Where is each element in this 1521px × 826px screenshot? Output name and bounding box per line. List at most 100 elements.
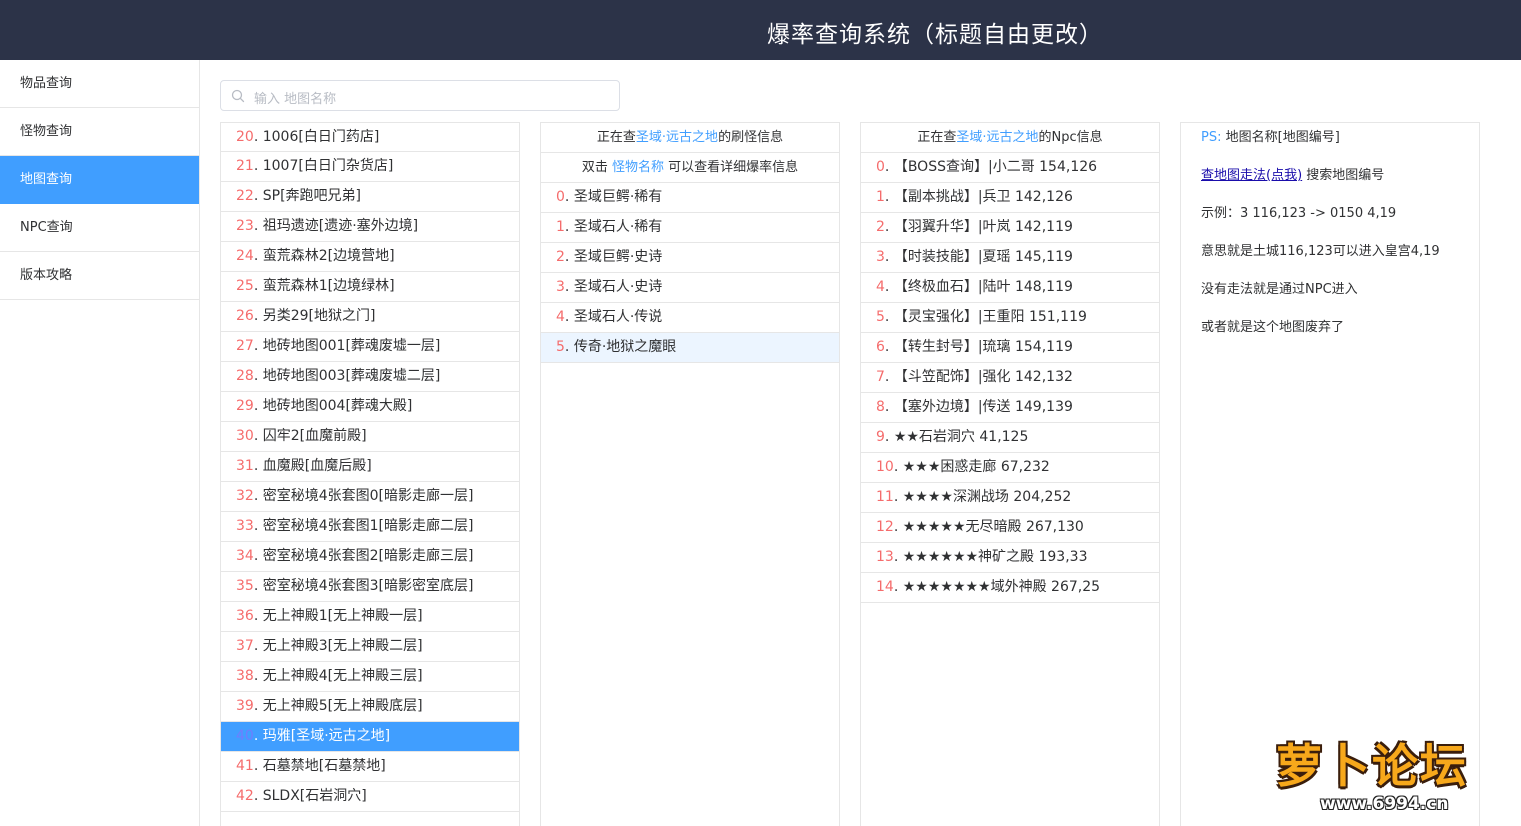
row-label: 圣域巨鳄·史诗: [573, 249, 663, 265]
sidebar-item-map-query[interactable]: 地图查询: [0, 156, 199, 204]
map-list-item[interactable]: 25. 蛮荒森林1[边境绿林]: [221, 272, 519, 302]
row-label: ★★★★★无尽暗殿 267,130: [902, 519, 1084, 535]
npc-list-item[interactable]: 1. 【副本挑战】|兵卫 142,126: [861, 183, 1159, 213]
page-title: 爆率查询系统（标题自由更改）: [767, 22, 1103, 48]
row-label: 圣域巨鳄·稀有: [573, 189, 663, 205]
map-list-item[interactable]: 22. SP[奔跑吧兄弟]: [221, 182, 519, 212]
search-icon: [231, 89, 245, 103]
npc-list-item[interactable]: 8. 【塞外边境】|传送 149,139: [861, 393, 1159, 423]
row-label: SLDX[石岩洞穴]: [262, 788, 367, 804]
row-label: 【时装技能】|夏瑶 145,119: [893, 249, 1073, 265]
map-list-item[interactable]: 36. 无上神殿1[无上神殿一层]: [221, 602, 519, 632]
row-separator: .: [884, 159, 894, 175]
row-label: 【羽翼升华】|叶岚 142,119: [893, 219, 1073, 235]
map-list-item[interactable]: 34. 密室秘境4张套图2[暗影走廊三层]: [221, 542, 519, 572]
npc-list-item[interactable]: 9. ★★石岩洞穴 41,125: [861, 423, 1159, 453]
watermark-url: www.6994.cn: [1320, 794, 1449, 814]
row-label: 无上神殿3[无上神殿二层]: [262, 638, 423, 654]
route-link[interactable]: 查地图走法(点我): [1201, 168, 1302, 183]
row-separator: .: [253, 698, 263, 714]
row-index: 23: [236, 218, 254, 234]
map-list-item[interactable]: 28. 地砖地图003[葬魂废墟二层]: [221, 362, 519, 392]
npc-list-item[interactable]: 10. ★★★困惑走廊 67,232: [861, 453, 1159, 483]
map-list-item[interactable]: 26. 另类29[地狱之门]: [221, 302, 519, 332]
map-list-item[interactable]: 38. 无上神殿4[无上神殿三层]: [221, 662, 519, 692]
hint-suffix: 可以查看详细爆率信息: [668, 160, 799, 175]
search-input[interactable]: 输入 地图名称: [220, 80, 620, 111]
row-index: 2: [876, 219, 885, 235]
npc-list-panel: 正在查圣域·远古之地的Npc信息 0. 【BOSS查询】|小二哥 154,126…: [860, 122, 1160, 826]
map-list-item[interactable]: 40. 玛雅[圣域·远古之地]: [221, 722, 519, 752]
row-index: 26: [236, 308, 254, 324]
row-label: ★★★★深渊战场 204,252: [902, 489, 1072, 505]
info-panel: PS: 地图名称[地图编号] 查地图走法(点我) 搜索地图编号 示例：3 116…: [1180, 122, 1480, 826]
map-list-item[interactable]: 20. 1006[白日门药店]: [221, 123, 519, 152]
map-list-panel: 20. 1006[白日门药店] 21. 1007[白日门杂货店] 22. SP[奔跑…: [220, 122, 520, 826]
map-list-item[interactable]: 35. 密室秘境4张套图3[暗影密室底层]: [221, 572, 519, 602]
sidebar-item-version-guide[interactable]: 版本攻略: [0, 252, 199, 300]
monster-panel-hint: 双击 怪物名称 可以查看详细爆率信息: [541, 153, 839, 183]
row-index: 32: [236, 488, 254, 504]
npc-list-item[interactable]: 14. ★★★★★★★域外神殿 267,25: [861, 573, 1159, 603]
npc-list-item[interactable]: 4. 【终极血石】|陆叶 148,119: [861, 273, 1159, 303]
monster-list-item[interactable]: 4. 圣域石人·传说: [541, 303, 839, 333]
npc-list-item[interactable]: 11. ★★★★深渊战场 204,252: [861, 483, 1159, 513]
map-list-item[interactable]: 42. SLDX[石岩洞穴]: [221, 782, 519, 812]
monster-list-item[interactable]: 2. 圣域巨鳄·史诗: [541, 243, 839, 273]
npc-list-item[interactable]: 5. 【灵宝强化】|王重阳 151,119: [861, 303, 1159, 333]
sidebar-item-npc-query[interactable]: NPC查询: [0, 204, 199, 252]
npc-list-item[interactable]: 2. 【羽翼升华】|叶岚 142,119: [861, 213, 1159, 243]
row-separator: .: [884, 339, 894, 355]
current-map-name: 圣域·远古之地: [956, 130, 1039, 145]
map-list-item[interactable]: 31. 血魔殿[血魔后殿]: [221, 452, 519, 482]
no-route-line: 没有走法就是通过NPC进入: [1201, 282, 1358, 297]
monster-list-item[interactable]: 3. 圣域石人·史诗: [541, 273, 839, 303]
row-index: 1: [876, 189, 885, 205]
hint-prefix: 双击: [581, 160, 608, 175]
npc-list-item[interactable]: 6. 【转生封号】|琉璃 154,119: [861, 333, 1159, 363]
row-separator: .: [884, 309, 894, 325]
row-label: 密室秘境4张套图3[暗影密室底层]: [262, 578, 474, 594]
monster-list-item[interactable]: 5. 传奇·地狱之魔眼: [541, 333, 839, 363]
row-separator: .: [893, 549, 903, 565]
map-list-item[interactable]: 24. 蛮荒森林2[边境营地]: [221, 242, 519, 272]
npc-list-item[interactable]: 12. ★★★★★无尽暗殿 267,130: [861, 513, 1159, 543]
map-list-item[interactable]: 27. 地砖地图001[葬魂废墟一层]: [221, 332, 519, 362]
monster-list-item[interactable]: 0. 圣域巨鳄·稀有: [541, 183, 839, 213]
meaning-line: 意思就是土城116,123可以进入皇宫4,19: [1201, 244, 1440, 259]
sidebar-item-monster-query[interactable]: 怪物查询: [0, 108, 199, 156]
map-list-item[interactable]: 41. 石墓禁地[石墓禁地]: [221, 752, 519, 782]
map-list-item[interactable]: 29. 地砖地图004[葬魂大殿]: [221, 392, 519, 422]
map-list-item[interactable]: 32. 密室秘境4张套图0[暗影走廊一层]: [221, 482, 519, 512]
row-separator: .: [564, 189, 574, 205]
row-separator: .: [884, 249, 894, 265]
npc-list-item[interactable]: 0. 【BOSS查询】|小二哥 154,126: [861, 153, 1159, 183]
map-list-item[interactable]: 37. 无上神殿3[无上神殿二层]: [221, 632, 519, 662]
example-line: 示例：3 116,123 -> 0150 4,19: [1201, 206, 1397, 221]
row-index: 12: [876, 519, 894, 535]
row-label: 密室秘境4张套图0[暗影走廊一层]: [262, 488, 474, 504]
row-separator: .: [253, 608, 263, 624]
monster-list-item[interactable]: 1. 圣域石人·稀有: [541, 213, 839, 243]
npc-list-item[interactable]: 13. ★★★★★★神矿之殿 193,33: [861, 543, 1159, 573]
row-label: 【BOSS查询】|小二哥 154,126: [893, 159, 1098, 175]
row-label: ★★★★★★★域外神殿 267,25: [902, 579, 1101, 595]
npc-list-item[interactable]: 3. 【时装技能】|夏瑶 145,119: [861, 243, 1159, 273]
abandoned-line: 或者就是这个地图废弃了: [1201, 320, 1345, 335]
map-list-item[interactable]: 23. 祖玛遗迹[遗迹·塞外边境]: [221, 212, 519, 242]
map-list-item[interactable]: 39. 无上神殿5[无上神殿底层]: [221, 692, 519, 722]
npc-list-item[interactable]: 7. 【斗笠配饰】|强化 142,132: [861, 363, 1159, 393]
header-prefix: 正在查: [917, 130, 957, 145]
row-label: 无上神殿1[无上神殿一层]: [262, 608, 423, 624]
row-label: 石墓禁地[石墓禁地]: [262, 758, 386, 774]
row-index: 40: [236, 728, 254, 744]
map-list-item[interactable]: 33. 密室秘境4张套图1[暗影走廊二层]: [221, 512, 519, 542]
map-list-item[interactable]: 21. 1007[白日门杂货店]: [221, 152, 519, 182]
row-separator: .: [564, 219, 574, 235]
map-list-item[interactable]: 30. 囚牢2[血魔前殿]: [221, 422, 519, 452]
row-label: 圣域石人·稀有: [573, 219, 663, 235]
row-index: 29: [236, 398, 254, 414]
row-separator: .: [564, 279, 574, 295]
sidebar-item-item-query[interactable]: 物品查询: [0, 60, 199, 108]
row-label: ★★★困惑走廊 67,232: [902, 459, 1050, 475]
